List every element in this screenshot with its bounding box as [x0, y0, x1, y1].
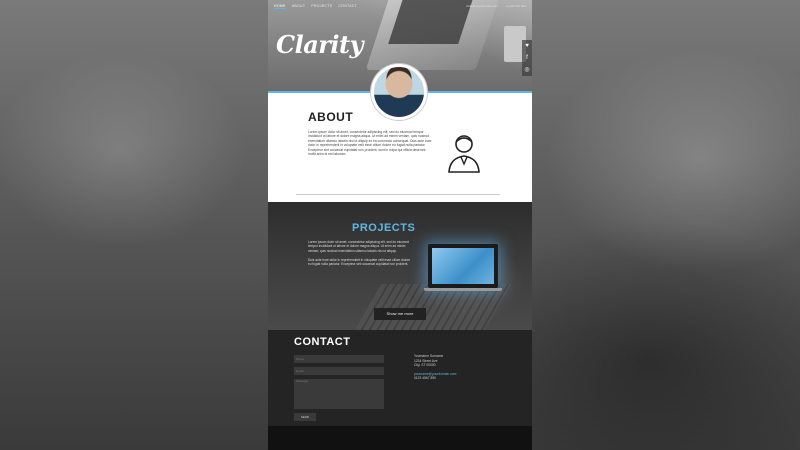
- about-heading: ABOUT: [308, 110, 354, 124]
- nav-phone: +1 234 567 890: [505, 4, 526, 8]
- contact-info: Yourname Surname 1234 Street Ave City, S…: [414, 354, 456, 381]
- projects-text: Lorem ipsum dolor sit amet, consectetur …: [308, 240, 414, 271]
- projects-paragraph-1: Lorem ipsum dolor sit amet, consectetur …: [308, 240, 409, 253]
- share-icon[interactable]: ◎: [522, 64, 532, 76]
- project-laptop-screen: [432, 248, 494, 284]
- projects-paragraph-2: Duis aute irure dolor in reprehenderit i…: [308, 257, 411, 267]
- nav-contact[interactable]: CONTACT: [338, 4, 357, 8]
- projects-section: PROJECTS Lorem ipsum dolor sit amet, con…: [268, 202, 532, 330]
- twitter-icon[interactable]: ♥: [522, 40, 532, 52]
- profile-avatar: [371, 64, 427, 120]
- about-text: Lorem ipsum dolor sit amet, consectetur …: [308, 130, 432, 157]
- nav-projects[interactable]: PROJECTS: [311, 4, 332, 8]
- footer: [268, 426, 532, 450]
- nav-about[interactable]: ABOUT: [292, 4, 306, 8]
- nav-home[interactable]: HOME: [274, 4, 286, 9]
- person-icon: [448, 135, 480, 173]
- show-more-button[interactable]: Show me more: [374, 308, 426, 320]
- site-logo[interactable]: Clarity: [276, 30, 364, 59]
- contact-phone: 0123 4567 890: [414, 376, 437, 381]
- nav-email[interactable]: hello@yourdomain.com: [466, 4, 498, 8]
- send-button[interactable]: SEND: [294, 413, 316, 421]
- projects-heading: PROJECTS: [352, 222, 416, 234]
- facebook-icon[interactable]: f: [522, 52, 532, 64]
- website-mockup: HOME ABOUT PROJECTS CONTACT hello@yourdo…: [268, 0, 532, 450]
- about-divider: [296, 194, 500, 195]
- name-field[interactable]: [294, 355, 384, 363]
- contact-heading: CONTACT: [294, 336, 351, 348]
- social-sidebar: ♥ f ◎: [522, 40, 532, 76]
- email-field[interactable]: [294, 367, 384, 375]
- message-field[interactable]: [294, 379, 384, 409]
- contact-section: CONTACT SEND Yourname Surname 1234 Stree…: [268, 330, 532, 426]
- project-laptop-base: [424, 288, 502, 291]
- project-laptop-image: [428, 244, 498, 288]
